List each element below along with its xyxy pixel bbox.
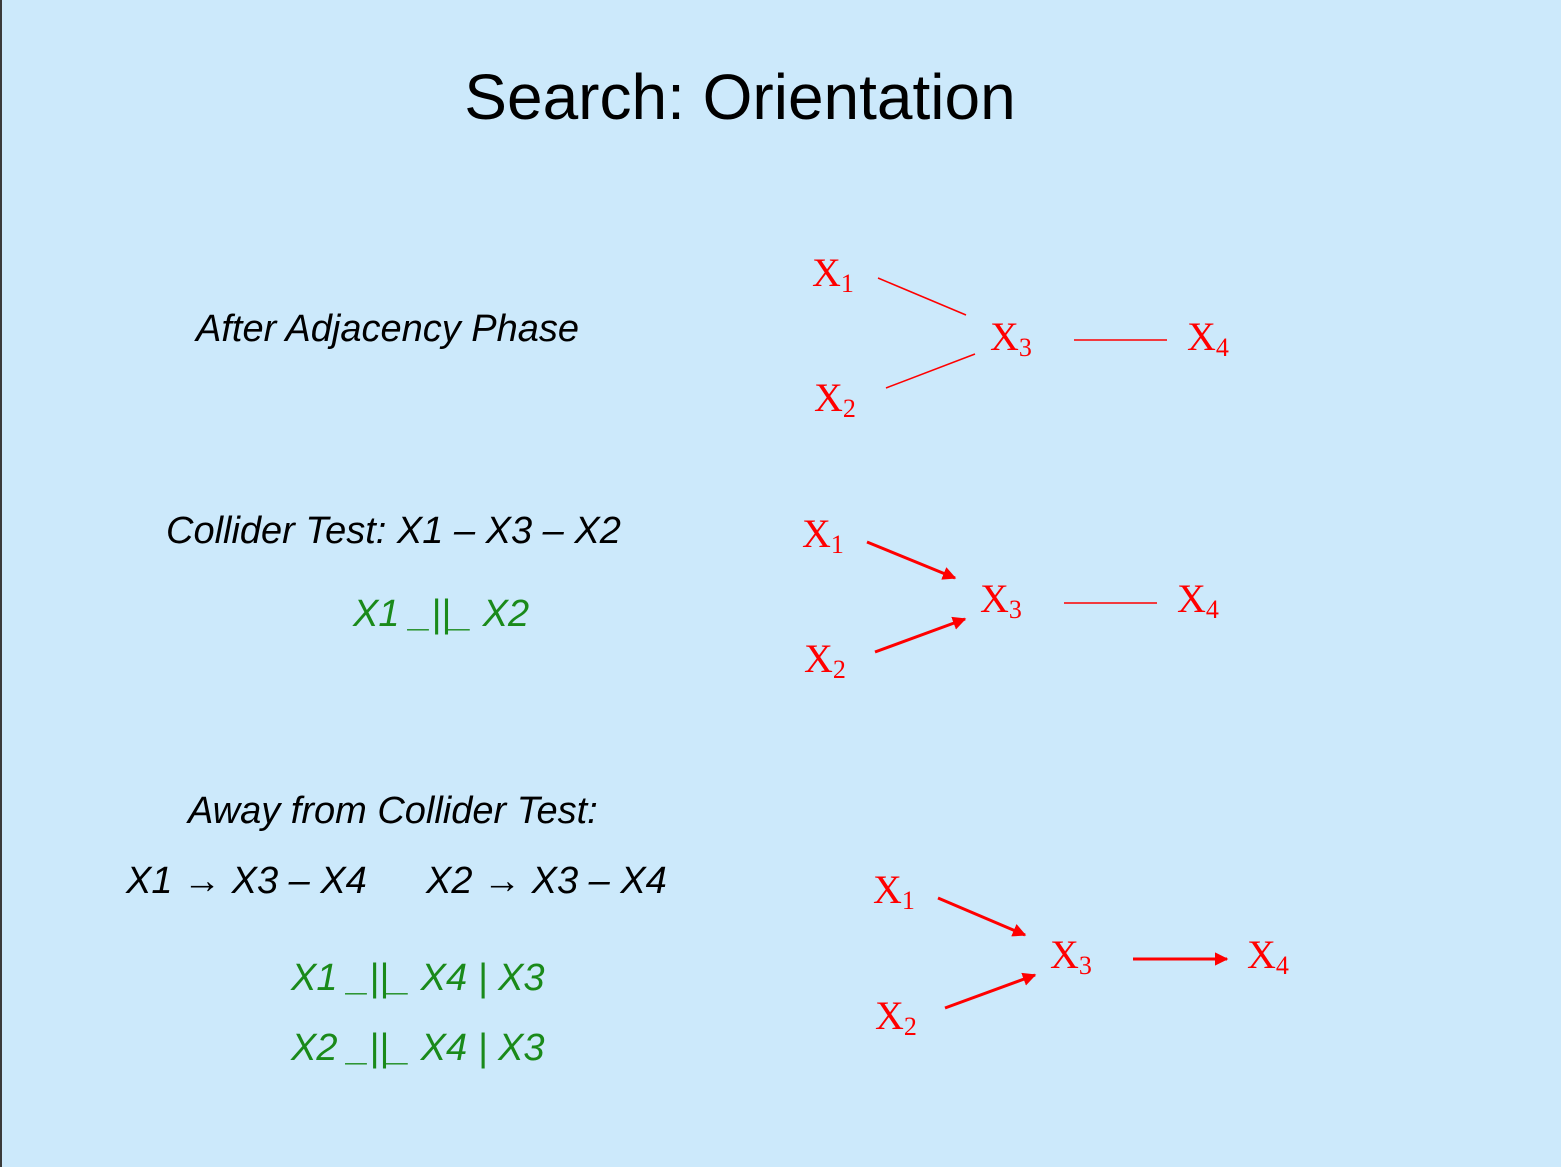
graph3-edge-x1-x3 [937, 896, 1027, 937]
graph3-node-x1: X1 [873, 867, 915, 915]
graph3-node-x3: X3 [1050, 932, 1092, 980]
graph2-node-x1: X1 [802, 511, 844, 559]
graph2-node-x3: X3 [980, 576, 1022, 624]
graph1-node-x1: X1 [812, 250, 854, 298]
graph1-edge-x2-x3 [885, 353, 976, 389]
graph2-edge-x2-x3 [874, 616, 967, 654]
graph2-node-x4: X4 [1177, 576, 1219, 624]
graph3-edge-x2-x3 [944, 972, 1037, 1010]
graph2-node-x2: X2 [804, 636, 846, 684]
graph-diagrams: X1 X2 X3 X4 X1 X2 X3 X4 X1 X2 X3 X4 [802, 250, 1289, 1041]
graph1-node-x4: X4 [1187, 314, 1229, 362]
graph-after-adjacency: X1 X2 X3 X4 [812, 250, 1229, 423]
graph2-edge-x1-x3 [866, 540, 957, 580]
graph-away-from-collider: X1 X2 X3 X4 [873, 867, 1289, 1041]
graph3-node-x4: X4 [1247, 932, 1289, 980]
graph1-edge-x1-x3 [877, 277, 967, 316]
graph1-node-x3: X3 [990, 314, 1032, 362]
graph1-node-x2: X2 [814, 375, 856, 423]
graph-collider-test: X1 X2 X3 X4 [802, 511, 1219, 684]
graph3-node-x2: X2 [875, 993, 917, 1041]
